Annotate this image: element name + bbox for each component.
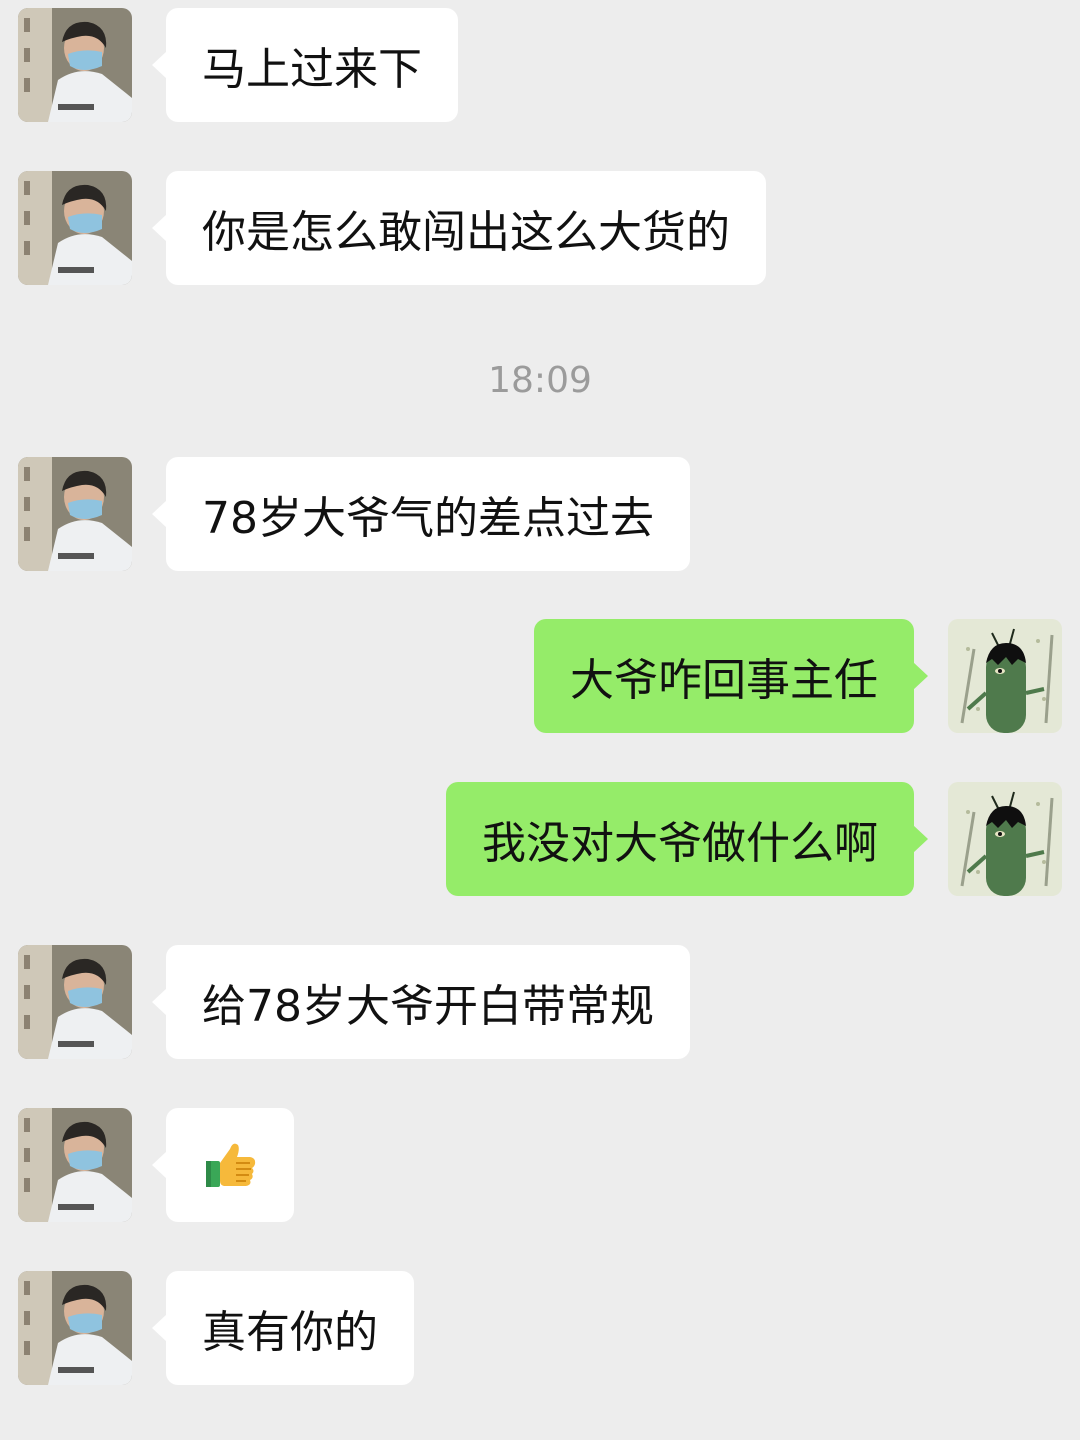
message-row: 我没对大爷做什么啊 (0, 782, 1080, 896)
message-text: 我没对大爷做什么啊 (482, 818, 878, 869)
message-row: 你是怎么敢闯出这么大货的 (0, 171, 1080, 285)
self-avatar[interactable] (948, 782, 1062, 896)
message-row: 给78岁大爷开白带常规 (0, 945, 1080, 1059)
incoming-message-bubble[interactable]: 马上过来下 (152, 8, 458, 122)
outgoing-message-bubble[interactable]: 我没对大爷做什么啊 (446, 782, 928, 896)
incoming-message-bubble[interactable]: 真有你的 (152, 1271, 414, 1385)
message-row (0, 1108, 1080, 1222)
message-row: 78岁大爷气的差点过去 (0, 457, 1080, 571)
message-text: 78岁大爷气的差点过去 (202, 493, 654, 544)
incoming-message-bubble[interactable] (152, 1108, 294, 1222)
message-row: 马上过来下 (0, 8, 1080, 122)
message-text: 马上过来下 (202, 44, 422, 95)
message-text: 给78岁大爷开白带常规 (202, 981, 654, 1032)
message-text: 大爷咋回事主任 (570, 655, 878, 706)
message-row: 大爷咋回事主任 (0, 619, 1080, 733)
message-text: 你是怎么敢闯出这么大货的 (202, 207, 730, 258)
doctor-avatar[interactable] (18, 1271, 132, 1385)
doctor-avatar[interactable] (18, 8, 132, 122)
doctor-avatar[interactable] (18, 1108, 132, 1222)
thumbs-up-icon (206, 1143, 256, 1187)
incoming-message-bubble[interactable]: 你是怎么敢闯出这么大货的 (152, 171, 766, 285)
self-avatar[interactable] (948, 619, 1062, 733)
incoming-message-bubble[interactable]: 78岁大爷气的差点过去 (152, 457, 690, 571)
doctor-avatar[interactable] (18, 457, 132, 571)
doctor-avatar[interactable] (18, 945, 132, 1059)
doctor-avatar[interactable] (18, 171, 132, 285)
message-row: 真有你的 (0, 1271, 1080, 1385)
outgoing-message-bubble[interactable]: 大爷咋回事主任 (534, 619, 928, 733)
chat-timestamp: 18:09 (488, 360, 592, 401)
incoming-message-bubble[interactable]: 给78岁大爷开白带常规 (152, 945, 690, 1059)
message-text: 真有你的 (202, 1307, 378, 1358)
